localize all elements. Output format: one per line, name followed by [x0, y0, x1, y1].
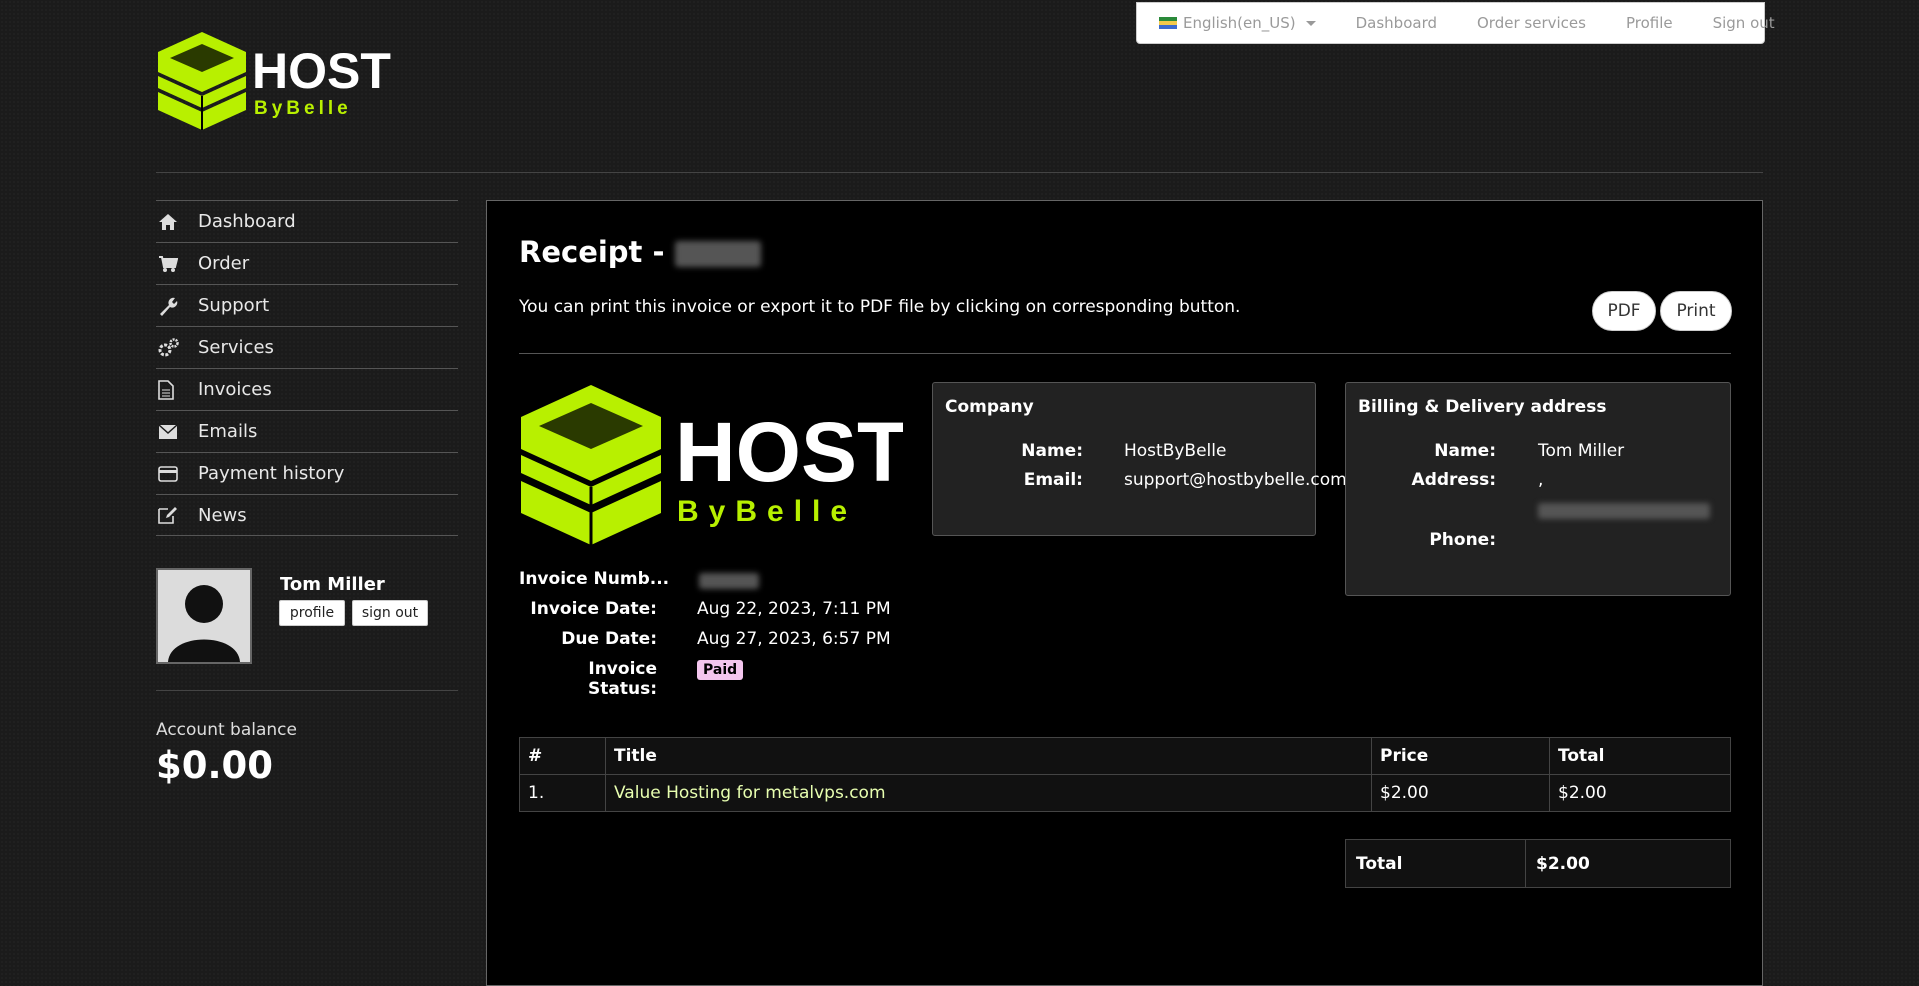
- document-icon: [156, 379, 198, 400]
- gears-icon: [156, 337, 198, 358]
- billing-address-value: ,: [1538, 470, 1544, 490]
- column-header-title: Title: [605, 737, 1372, 775]
- sidebar-item-news[interactable]: News: [156, 494, 458, 536]
- billing-name-label: Name:: [1434, 441, 1496, 461]
- table-row: 1. Value Hosting for metalvps.com $2.00 …: [519, 774, 1731, 812]
- due-date-value: Aug 27, 2023, 6:57 PM: [697, 629, 891, 649]
- invoice-status-label: Invoice Status:: [588, 659, 657, 699]
- totals-row: Total $2.00: [1345, 839, 1731, 888]
- cube-logo-icon: [158, 32, 246, 130]
- edit-icon: [156, 506, 198, 524]
- invoice-number-redacted: [699, 573, 759, 589]
- table-header-row: # Title Price Total: [519, 737, 1731, 775]
- company-card: Company Name: HostByBelle Email: support…: [932, 382, 1347, 536]
- sidebar-item-label: Invoices: [198, 379, 272, 400]
- topbar-link-sign-out[interactable]: Sign out: [1693, 14, 1795, 32]
- sidebar-nav: Dashboard Order Support Services Invoice…: [156, 200, 458, 536]
- column-header-number: #: [519, 737, 606, 775]
- receipt-number-redacted: [674, 241, 761, 267]
- receipt-panel: Receipt - You can print this invoice or …: [486, 200, 1763, 986]
- caret-down-icon: [1305, 20, 1316, 26]
- wrench-icon: [156, 296, 198, 316]
- top-navbar: English(en_US) Dashboard Order services …: [1136, 2, 1775, 44]
- company-heading: Company: [945, 397, 1034, 417]
- sidebar-item-label: News: [198, 504, 247, 526]
- sidebar-item-label: Support: [198, 295, 270, 316]
- row-number: 1.: [519, 774, 606, 812]
- account-balance-label: Account balance: [156, 720, 297, 740]
- topbar-link-dashboard[interactable]: Dashboard: [1336, 14, 1457, 32]
- cart-icon: [156, 255, 198, 273]
- logo-word-bybelle: ByBelle: [254, 98, 352, 119]
- invoice-logo-bybelle: ByBelle: [677, 495, 857, 528]
- panel-divider: [519, 353, 1731, 354]
- sidebar-item-label: Dashboard: [198, 211, 296, 232]
- invoice-logo-host: HOST: [675, 405, 903, 499]
- receipt-title-text: Receipt -: [519, 235, 665, 269]
- language-label: English(en_US): [1183, 14, 1296, 32]
- language-selector[interactable]: English(en_US): [1137, 14, 1336, 32]
- column-header-total: Total: [1549, 737, 1731, 775]
- billing-name-value: Tom Miller: [1538, 441, 1625, 461]
- flag-icon: [1159, 17, 1177, 29]
- status-badge: Paid: [697, 660, 744, 680]
- sidebar-item-label: Payment history: [198, 463, 345, 484]
- sidebar-divider: [156, 690, 458, 691]
- sidebar-item-order[interactable]: Order: [156, 242, 458, 284]
- column-header-price: Price: [1371, 737, 1550, 775]
- topbar-link-order-services[interactable]: Order services: [1457, 14, 1606, 32]
- invoice-meta: Invoice Numb... Invoice Date: Aug 22, 20…: [519, 569, 1119, 699]
- topbar-link-profile[interactable]: Profile: [1606, 14, 1693, 32]
- sidebar-item-dashboard[interactable]: Dashboard: [156, 200, 458, 242]
- company-email-value: support@hostbybelle.com: [1124, 470, 1347, 490]
- company-email-label: Email:: [1023, 470, 1083, 490]
- invoice-logo: HOST ByBelle: [521, 385, 903, 545]
- total-label: Total: [1345, 839, 1526, 888]
- item-title-link[interactable]: Value Hosting for metalvps.com: [614, 783, 886, 803]
- company-name-value: HostByBelle: [1124, 441, 1227, 461]
- billing-address-redacted: [1538, 503, 1710, 519]
- envelope-icon: [156, 423, 198, 440]
- sidebar-item-payment-history[interactable]: Payment history: [156, 452, 458, 494]
- user-box: Tom Miller profile sign out: [156, 568, 458, 690]
- sidebar-item-invoices[interactable]: Invoices: [156, 368, 458, 410]
- sidebar-item-emails[interactable]: Emails: [156, 410, 458, 452]
- user-name: Tom Miller: [280, 574, 385, 595]
- billing-card: Billing & Delivery address Name: Tom Mil…: [1345, 382, 1731, 596]
- receipt-title: Receipt -: [519, 235, 761, 269]
- invoice-date-value: Aug 22, 2023, 7:11 PM: [697, 599, 891, 619]
- billing-address-label: Address:: [1411, 470, 1496, 490]
- user-silhouette-icon: [168, 585, 240, 662]
- print-button[interactable]: Print: [1660, 291, 1732, 331]
- logo-word-host: HOST: [252, 43, 391, 99]
- home-icon: [156, 213, 198, 231]
- row-price: $2.00: [1371, 774, 1550, 812]
- sidebar-item-services[interactable]: Services: [156, 326, 458, 368]
- invoice-date-label: Invoice Date:: [530, 599, 657, 619]
- sidebar-item-support[interactable]: Support: [156, 284, 458, 326]
- account-balance-value: $0.00: [156, 744, 274, 787]
- sidebar-item-label: Emails: [198, 421, 258, 442]
- profile-button[interactable]: profile: [279, 600, 345, 626]
- cube-logo-icon: [521, 385, 661, 545]
- totals-table: Total $2.00: [1345, 839, 1731, 888]
- invoice-items-table: # Title Price Total 1. Value Hosting for…: [519, 737, 1731, 812]
- company-name-label: Name:: [1021, 441, 1083, 461]
- site-logo[interactable]: HOST ByBelle: [156, 30, 396, 134]
- sidebar-item-label: Services: [198, 337, 274, 358]
- sidebar-item-label: Order: [198, 253, 250, 274]
- billing-heading: Billing & Delivery address: [1358, 397, 1607, 417]
- header-divider: [156, 172, 1763, 173]
- total-value: $2.00: [1525, 839, 1731, 888]
- billing-phone-label: Phone:: [1429, 530, 1496, 550]
- invoice-number-label: Invoice Numb...: [519, 569, 670, 589]
- receipt-description: You can print this invoice or export it …: [519, 297, 1241, 317]
- row-total: $2.00: [1549, 774, 1731, 812]
- credit-card-icon: [156, 465, 198, 482]
- pdf-button[interactable]: PDF: [1592, 291, 1656, 331]
- avatar: [156, 568, 252, 664]
- sign-out-button[interactable]: sign out: [352, 600, 428, 626]
- due-date-label: Due Date:: [561, 629, 657, 649]
